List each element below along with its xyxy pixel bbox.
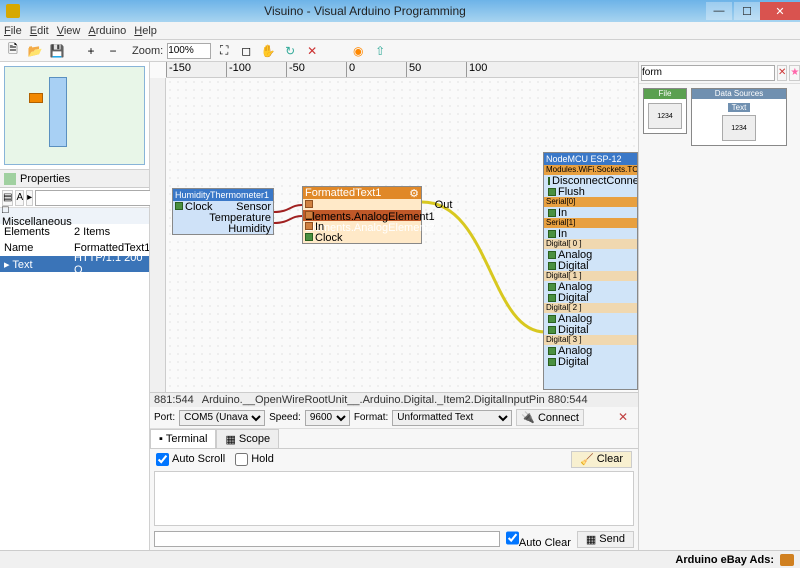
minimize-button[interactable]: —: [706, 2, 732, 20]
properties-header: Properties: [0, 170, 149, 188]
menu-edit[interactable]: Edit: [30, 25, 49, 37]
ruler-vertical: [150, 78, 166, 392]
broom-icon: 🧹: [580, 453, 594, 466]
upload-icon[interactable]: ⇧: [371, 42, 389, 60]
zoom-out-icon[interactable]: −: [104, 42, 122, 60]
prop-elements[interactable]: Elements: [0, 226, 72, 238]
overview-thumbnail[interactable]: [0, 62, 149, 170]
disconnect-icon[interactable]: ✕: [618, 410, 634, 426]
autoclear-checkbox[interactable]: Auto Clear: [506, 530, 571, 549]
zoom-100-icon[interactable]: ◻: [237, 42, 255, 60]
delete-icon[interactable]: ✕: [303, 42, 321, 60]
speed-select[interactable]: 9600: [305, 410, 350, 426]
clear-search-icon[interactable]: ✕: [777, 65, 787, 81]
palette-item-file[interactable]: File 1234: [643, 88, 687, 134]
prop-name[interactable]: Name: [0, 242, 72, 254]
ad-icon[interactable]: [780, 554, 794, 566]
send-button[interactable]: ▦Send: [577, 531, 634, 548]
connect-button[interactable]: 🔌Connect: [516, 409, 584, 426]
zoom-in-icon[interactable]: +: [82, 42, 100, 60]
menu-file[interactable]: File: [4, 25, 22, 37]
zoom-label: Zoom:: [132, 45, 163, 57]
terminal-input[interactable]: [154, 531, 500, 547]
node-humidity-thermometer[interactable]: HumidityThermometer1 ClockSensor Tempera…: [172, 188, 274, 235]
status-bar: 881:544 Arduino.__OpenWireRootUnit__.Ard…: [150, 393, 638, 407]
terminal-output[interactable]: [154, 471, 634, 526]
zoom-combo[interactable]: [167, 43, 211, 59]
save-icon[interactable]: 💾: [48, 42, 66, 60]
footer-bar: Arduino eBay Ads:: [0, 550, 800, 568]
app-icon: [6, 4, 20, 18]
menu-view[interactable]: View: [57, 25, 81, 37]
bottom-panel: 881:544 Arduino.__OpenWireRootUnit__.Ard…: [150, 392, 638, 550]
menubar: File Edit View Arduino Help: [0, 22, 800, 40]
scope-icon: ▦: [225, 433, 235, 446]
ruler-horizontal: -150-100-50050100: [166, 62, 638, 78]
port-select[interactable]: COM5 (Unava: [179, 410, 265, 426]
palette-item-datasources[interactable]: Data Sources Text 1234: [691, 88, 787, 146]
zoom-fit-icon[interactable]: ⛶: [215, 42, 233, 60]
component-palette: File 1234 Data Sources Text 1234: [639, 84, 800, 550]
toolbar: 🗎 📂 💾 + − Zoom: ⛶ ◻ ✋ ↻ ✕ ◉ ⇧: [0, 40, 800, 62]
format-select[interactable]: Unformatted Text: [392, 410, 512, 426]
design-canvas[interactable]: -150-100-50050100 HumidityThermometer1 C…: [150, 62, 638, 392]
terminal-icon: ▪: [159, 433, 163, 445]
clear-button[interactable]: 🧹Clear: [571, 451, 632, 468]
speed-label: Speed:: [269, 412, 301, 423]
port-label: Port:: [154, 412, 175, 423]
maximize-button[interactable]: ☐: [734, 2, 760, 20]
close-button[interactable]: ✕: [760, 2, 800, 20]
send-icon: ▦: [586, 533, 596, 546]
hand-icon[interactable]: ✋: [259, 42, 277, 60]
prop-text[interactable]: ▸ Text: [0, 258, 72, 271]
add-favorite-icon[interactable]: ★: [789, 65, 800, 81]
refresh-icon[interactable]: ↻: [281, 42, 299, 60]
new-icon[interactable]: 🗎: [4, 42, 22, 60]
window-title: Visuino - Visual Arduino Programming: [26, 4, 704, 18]
format-label: Format:: [354, 412, 388, 423]
node-settings-icon[interactable]: ⚙: [409, 187, 419, 199]
palette-search[interactable]: [641, 65, 775, 81]
node-formatted-text[interactable]: FormattedText1⚙ Elements.AnalogElement1O…: [302, 186, 422, 244]
hold-checkbox[interactable]: Hold: [235, 453, 274, 466]
tab-terminal[interactable]: ▪Terminal: [150, 429, 216, 448]
ads-label: Arduino eBay Ads:: [675, 554, 774, 566]
tab-scope[interactable]: ▦Scope: [216, 429, 279, 448]
properties-tree: □ Miscellaneous Elements2 Items NameForm…: [0, 208, 149, 550]
menu-help[interactable]: Help: [134, 25, 157, 37]
run-icon[interactable]: ◉: [349, 42, 367, 60]
autoscroll-checkbox[interactable]: Auto Scroll: [156, 453, 225, 466]
menu-arduino[interactable]: Arduino: [88, 25, 126, 37]
node-nodemcu[interactable]: NodeMCU ESP-12 Modules.WiFi.Sockets.TCP.…: [543, 152, 638, 390]
open-icon[interactable]: 📂: [26, 42, 44, 60]
plug-icon: 🔌: [521, 411, 535, 424]
